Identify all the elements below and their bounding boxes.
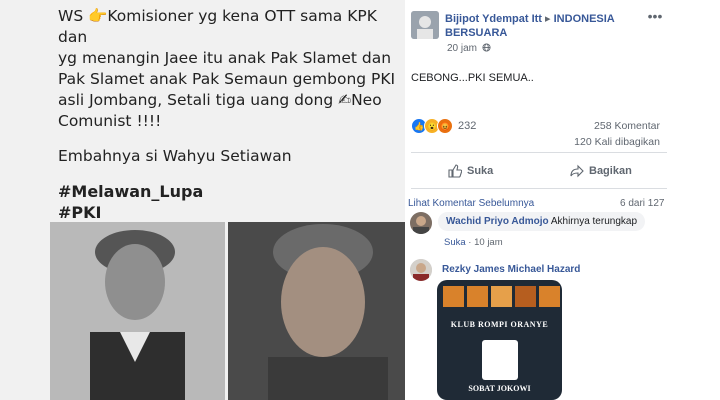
- caption-line: asli Jombang, Setali tiga uang dong ✍Neo: [58, 91, 382, 109]
- post-text: CEBONG...PKI SEMUA..: [411, 72, 534, 84]
- shares-count[interactable]: 120 Kali dibagikan: [574, 136, 660, 148]
- share-arrow-icon: [570, 164, 584, 178]
- globe-icon: [480, 43, 491, 54]
- comment-text: Akhirnya terungkap: [550, 216, 638, 227]
- like-label: Suka: [467, 165, 494, 177]
- page-name-link[interactable]: Bijipot Ydempat Itt: [445, 13, 542, 25]
- caption-line: Comunist !!!!: [58, 112, 162, 130]
- divider: [411, 188, 667, 189]
- comment-time[interactable]: 10 jam: [474, 237, 503, 248]
- page-avatar[interactable]: [411, 11, 439, 39]
- view-previous-comments-link[interactable]: Lihat Komentar Sebelumnya: [408, 198, 534, 209]
- comment-actions: Suka · 10 jam: [444, 237, 503, 248]
- comment-bubble: Wachid Priyo Admojo Akhirnya terungkap: [438, 212, 646, 231]
- like-button[interactable]: Suka: [448, 162, 493, 180]
- comment-like-button[interactable]: Suka: [444, 237, 466, 248]
- shared-post-image[interactable]: WS 👉Komisioner yg kena OTT sama KPK dan …: [0, 0, 405, 400]
- historical-portrait-photo: [50, 222, 225, 400]
- post-header-names: Bijipot Ydempat Itt ▸ INDONESIA BERSUARA: [445, 12, 635, 40]
- image-bottom-text: SOBAT JOKOWI: [468, 384, 531, 393]
- caption-line: Pak Slamet anak Pak Semaun gembong PKI: [58, 70, 396, 88]
- caption-line: Embahnya si Wahyu Setiawan: [58, 147, 292, 165]
- comment-author[interactable]: Rezky James Michael Hazard: [442, 264, 580, 275]
- caption-line: WS 👉Komisioner yg kena OTT sama KPK dan: [58, 7, 377, 46]
- photo-collage: [443, 286, 560, 307]
- image-caption: WS 👉Komisioner yg kena OTT sama KPK dan …: [58, 6, 398, 223]
- angry-reaction-icon: 😡: [437, 118, 453, 134]
- thumbs-up-icon: [448, 164, 462, 178]
- comment-attached-image[interactable]: KLUB ROMPI ORANYE SOBAT JOKOWI: [437, 280, 562, 400]
- reactions-summary[interactable]: 👍 😮 😡 232: [411, 118, 476, 134]
- post-time-row: 20 jam: [447, 43, 491, 54]
- comments-count[interactable]: 258 Komentar: [594, 120, 660, 132]
- reaction-count: 232: [458, 120, 477, 132]
- commenter-avatar[interactable]: [410, 259, 432, 281]
- arrow-icon: ▸: [545, 13, 551, 25]
- commenter-avatar[interactable]: [410, 212, 432, 234]
- share-label: Bagikan: [589, 165, 632, 177]
- hashtag: #Melawan_Lupa: [58, 182, 204, 201]
- comment-author[interactable]: Wachid Priyo Admojo: [446, 216, 549, 227]
- post-time[interactable]: 20 jam: [447, 43, 477, 54]
- hashtag: #PKI: [58, 203, 102, 222]
- center-portrait: [482, 340, 518, 380]
- share-button[interactable]: Bagikan: [570, 162, 632, 180]
- more-options-button[interactable]: •••: [646, 9, 664, 26]
- image-title-text: KLUB ROMPI ORANYE: [450, 320, 549, 329]
- comment-position: 6 dari 127: [620, 198, 665, 209]
- caption-line: yg menangin Jaee itu anak Pak Slamet dan: [58, 49, 392, 67]
- divider: [411, 152, 667, 153]
- man-portrait-photo: [228, 222, 405, 400]
